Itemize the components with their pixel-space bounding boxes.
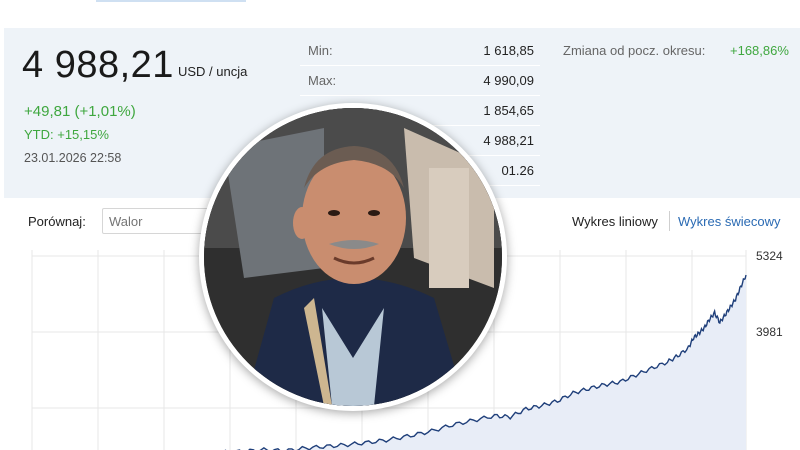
stat-value: 4 990,09 (483, 73, 534, 88)
y-tick-label: 3981 (756, 325, 783, 339)
portrait-frame (199, 103, 507, 411)
period-change-value: +168,86% (730, 43, 789, 58)
stat-value: 4 988,21 (483, 133, 534, 148)
tab-candle-chart[interactable]: Wykres świecowy (678, 214, 780, 229)
tab-line-chart[interactable]: Wykres liniowy (572, 214, 658, 229)
y-tick-label: 5324 (756, 249, 783, 263)
period-change-label: Zmiana od pocz. okresu: (563, 43, 706, 58)
price-value: 4 988,21 (22, 44, 174, 86)
stat-row-min: Min: 1 618,85 (300, 36, 540, 66)
portrait-photo (204, 108, 502, 406)
stat-label: Min: (308, 43, 333, 58)
compare-input[interactable] (102, 208, 212, 234)
stat-value: 1 618,85 (483, 43, 534, 58)
top-strip (0, 0, 800, 22)
person-illustration (204, 108, 502, 406)
stat-row-max: Max: 4 990,09 (300, 66, 540, 96)
quote-datetime: 23.01.2026 22:58 (24, 151, 122, 165)
price-change: +49,81 (+1,01%) (24, 103, 136, 120)
stat-value: 01.26 (501, 163, 534, 178)
ytd-change: YTD: +15,15% (24, 127, 109, 142)
tab-separator (669, 211, 670, 231)
price-unit: USD / uncja (178, 64, 248, 79)
stat-label: Max: (308, 73, 337, 88)
compare-label: Porównaj: (28, 214, 86, 229)
breadcrumb-link[interactable] (96, 0, 246, 2)
stat-value: 1 854,65 (483, 103, 534, 118)
